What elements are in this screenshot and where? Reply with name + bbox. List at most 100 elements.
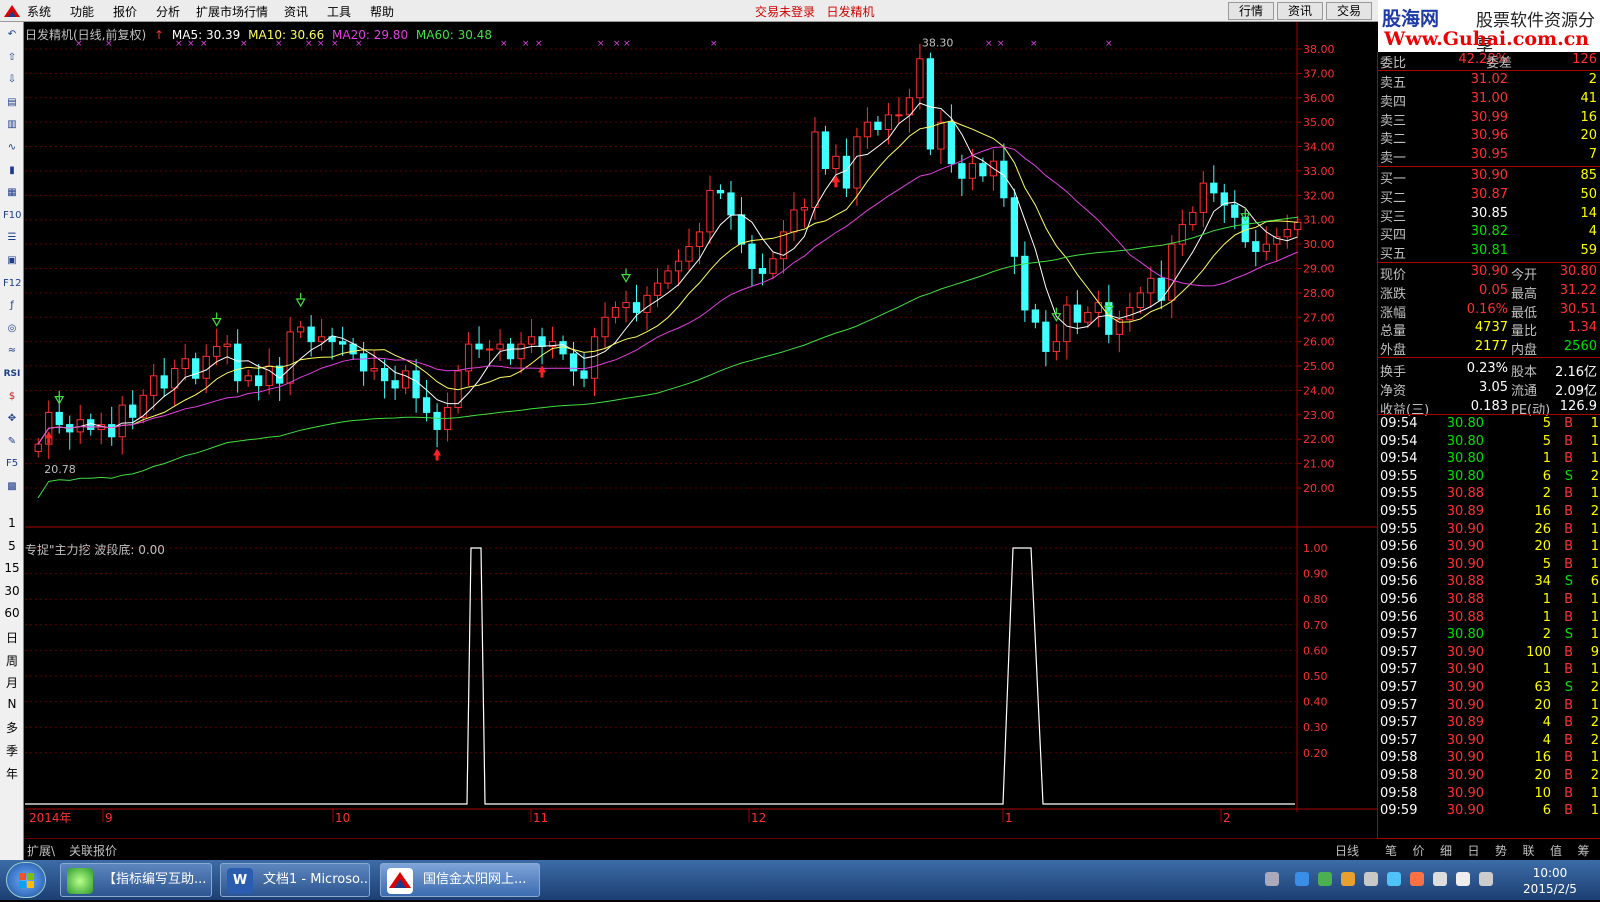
candle[interactable] [643, 294, 651, 313]
quote-tab-1[interactable]: 价 [1413, 842, 1425, 859]
candle[interactable] [874, 121, 882, 130]
candle[interactable] [674, 260, 683, 272]
up-arrow-icon[interactable]: ⇧ [3, 49, 21, 67]
candle[interactable] [580, 370, 588, 379]
candle[interactable] [758, 268, 767, 274]
tab-extend[interactable]: 扩展\ [27, 842, 55, 859]
f10-icon[interactable]: F10 [3, 207, 21, 225]
period-4[interactable]: 60 [0, 606, 24, 620]
candle[interactable] [611, 307, 620, 318]
candle[interactable] [223, 343, 231, 348]
tick-row[interactable]: 09:57 30.90 63 S 2 [1378, 680, 1600, 698]
candle[interactable] [769, 258, 777, 274]
candle[interactable] [464, 343, 473, 372]
volume-icon[interactable] [1364, 872, 1378, 886]
tick-row[interactable]: 09:57 30.90 1 B 1 [1378, 662, 1600, 680]
tick-row[interactable]: 09:57 30.90 4 B 2 [1378, 733, 1600, 751]
quote-tab-5[interactable]: 联 [1523, 842, 1535, 859]
wave-icon[interactable]: ≈ [3, 342, 21, 360]
candle[interactable] [685, 246, 693, 262]
menu-tools[interactable]: 工具 [327, 3, 351, 20]
candle[interactable] [255, 375, 263, 387]
candle[interactable] [1231, 204, 1239, 218]
candle[interactable] [349, 343, 357, 355]
tick-row[interactable]: 09:58 30.90 20 B 2 [1378, 768, 1600, 786]
candle[interactable] [916, 58, 924, 99]
candle[interactable] [821, 131, 830, 170]
candle[interactable] [811, 131, 819, 209]
tick-row[interactable]: 09:55 30.90 26 B 1 [1378, 522, 1600, 540]
candle[interactable] [391, 380, 399, 389]
candle[interactable] [1136, 292, 1144, 309]
candle[interactable] [968, 163, 977, 179]
candle[interactable] [55, 411, 63, 426]
speaker-icon[interactable] [1479, 872, 1493, 886]
tick-row[interactable]: 09:56 30.88 34 S 6 [1378, 574, 1600, 592]
candle[interactable] [234, 343, 242, 382]
tick-row[interactable]: 09:55 30.89 16 B 2 [1378, 504, 1600, 522]
period-10[interactable]: 季 [0, 742, 24, 759]
candle[interactable] [496, 343, 504, 350]
candle[interactable] [244, 375, 252, 382]
candle[interactable] [695, 231, 704, 248]
candle[interactable] [108, 424, 116, 438]
candle[interactable] [832, 155, 840, 170]
rsi-icon[interactable]: RSI [3, 365, 21, 383]
tick-row[interactable]: 09:57 30.90 20 B 1 [1378, 698, 1600, 716]
candle[interactable] [1210, 182, 1218, 194]
system-clock[interactable]: 10:00 2015/2/5 [1505, 865, 1595, 897]
period-7[interactable]: 月 [0, 674, 24, 691]
candle[interactable] [401, 370, 410, 389]
circle-icon[interactable]: ◎ [3, 320, 21, 338]
candle[interactable] [475, 343, 483, 350]
candle[interactable] [1000, 160, 1008, 199]
menu-news[interactable]: 资讯 [284, 3, 308, 20]
menu-system[interactable]: 系统 [27, 3, 51, 20]
candle[interactable] [905, 97, 914, 116]
task-indicator-forum[interactable]: 【指标编写互助... [60, 863, 212, 897]
candle[interactable] [1031, 309, 1040, 323]
candle[interactable] [150, 375, 158, 396]
quote-tab-6[interactable]: 值 [1550, 842, 1562, 859]
candle[interactable] [338, 341, 347, 345]
candle[interactable] [727, 192, 735, 216]
candle[interactable] [590, 336, 599, 379]
finance-icon[interactable]: ▣ [3, 252, 21, 270]
nvidia-icon[interactable] [1318, 872, 1332, 886]
candle[interactable] [380, 367, 389, 382]
tab-related-quote[interactable]: 关联报价 [69, 842, 117, 859]
menu-function[interactable]: 功能 [70, 3, 94, 20]
candle[interactable] [884, 114, 893, 130]
f12-icon[interactable]: F12 [3, 275, 21, 293]
tick-row[interactable]: 09:54 30.80 5 B 1 [1378, 416, 1600, 434]
layout-icon[interactable]: ▦ [3, 184, 21, 202]
candle[interactable] [958, 163, 966, 179]
tick-row[interactable]: 09:56 30.88 1 B 1 [1378, 610, 1600, 628]
tick-row[interactable]: 09:58 30.90 16 B 1 [1378, 750, 1600, 768]
candle[interactable] [1189, 211, 1197, 226]
candle[interactable] [1147, 277, 1155, 294]
period-11[interactable]: 年 [0, 765, 24, 782]
candle[interactable] [1042, 321, 1050, 352]
candle[interactable] [800, 207, 809, 211]
period-0[interactable]: 1 [0, 516, 24, 530]
tick-row[interactable]: 09:57 30.80 2 S 1 [1378, 627, 1600, 645]
menu-quote[interactable]: 报价 [113, 3, 137, 20]
candle[interactable] [979, 163, 987, 177]
candle[interactable] [1283, 228, 1291, 238]
candle[interactable] [863, 121, 872, 138]
tick-row[interactable]: 09:55 30.80 6 S 2 [1378, 469, 1600, 487]
candle[interactable] [895, 114, 903, 117]
candle[interactable] [842, 155, 851, 189]
tick-row[interactable]: 09:56 30.88 1 B 1 [1378, 592, 1600, 610]
period-2[interactable]: 15 [0, 561, 24, 575]
candle[interactable] [296, 326, 305, 333]
candle[interactable] [1252, 241, 1260, 252]
period-9[interactable]: 多 [0, 719, 24, 736]
candle[interactable] [370, 367, 378, 372]
candle[interactable] [1094, 302, 1102, 313]
candle[interactable] [1262, 243, 1270, 252]
candle[interactable] [160, 375, 168, 389]
candle[interactable] [1168, 243, 1176, 301]
candle[interactable] [632, 302, 641, 313]
